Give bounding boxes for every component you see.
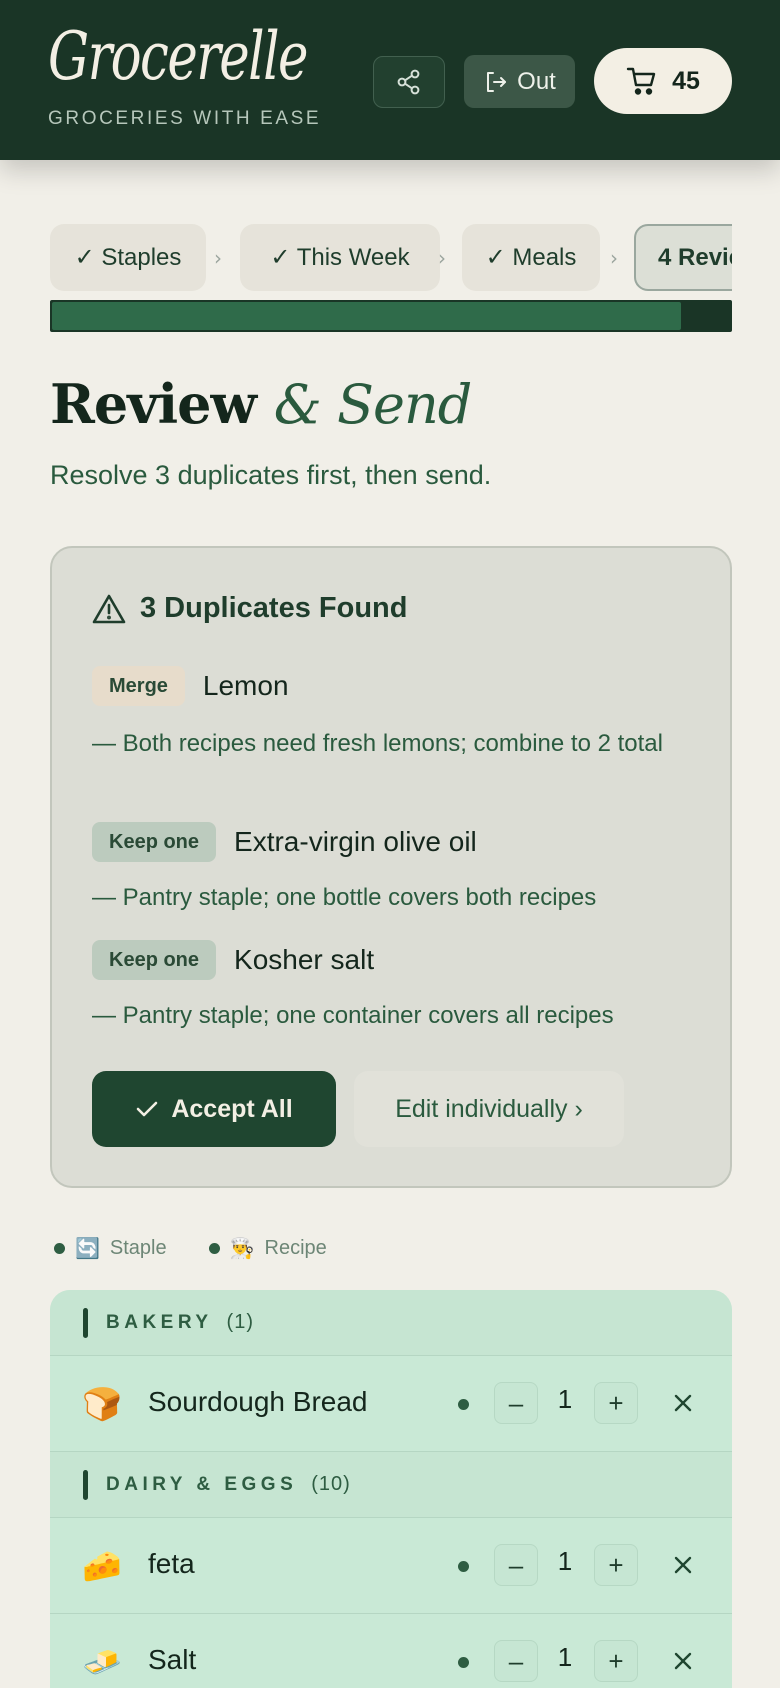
progress-bar [50, 300, 732, 332]
decrease-quantity-button[interactable]: – [494, 1544, 538, 1586]
cart-count: 45 [672, 66, 700, 95]
duplicate-note: — Pantry staple; one bottle covers both … [92, 884, 597, 911]
item-quantity: 1 [557, 1546, 573, 1576]
bread-icon: 🍞 [82, 1385, 122, 1423]
sign-out-icon [487, 71, 507, 92]
source-dot [458, 1561, 469, 1572]
progress-bar-fill [52, 302, 682, 330]
duplicate-item: Keep one Kosher salt [92, 940, 374, 980]
accept-all-label: Accept All [171, 1094, 293, 1123]
sign-out-label: Out [517, 67, 556, 95]
list-item: 🧀 feta – 1 + [50, 1518, 732, 1614]
duplicate-name: Lemon [202, 670, 289, 701]
keep-one-badge: Keep one [92, 822, 217, 862]
decrease-quantity-button[interactable]: – [494, 1640, 538, 1682]
category-name: DAIRY & EGGS [106, 1473, 298, 1495]
legend-dot [54, 1243, 65, 1254]
step-staples[interactable]: ✓ Staples [50, 224, 206, 291]
category-count: (1) [226, 1311, 254, 1333]
step-tracker: ✓ Staples › ✓ This Week › ✓ Meals › 4 Re… [50, 224, 732, 292]
duplicate-name: Kosher salt [234, 944, 375, 975]
source-dot [458, 1399, 469, 1410]
list-item: 🧈 Salt – 1 + [50, 1614, 732, 1688]
cheese-icon: 🧀 [82, 1547, 122, 1585]
step-this-week[interactable]: ✓ This Week [240, 224, 440, 291]
source-dot [458, 1657, 469, 1668]
legend: 🔄 Staple 👨‍🍳 Recipe [54, 1236, 327, 1261]
chevron-right-icon: › [438, 246, 446, 270]
staple-icon: 🔄 [75, 1238, 100, 1260]
cart-button[interactable]: 45 [594, 48, 732, 114]
merge-badge: Merge [92, 666, 185, 706]
brand[interactable]: Grocerelle GROCERIES WITH EASE [48, 14, 380, 129]
step-meals[interactable]: ✓ Meals [462, 224, 600, 291]
chevron-right-icon: › [214, 246, 222, 270]
item-quantity: 1 [557, 1384, 573, 1414]
app-tagline: GROCERIES WITH EASE [48, 108, 322, 129]
duplicate-note: — Pantry staple; one container covers al… [92, 1002, 614, 1029]
duplicate-name: Extra-virgin olive oil [234, 826, 477, 857]
category-header-dairy-eggs[interactable]: DAIRY & EGGS (10) [50, 1452, 732, 1518]
increase-quantity-button[interactable]: + [594, 1382, 638, 1424]
legend-recipe-label: Recipe [264, 1237, 327, 1259]
duplicates-heading: 3 Duplicates Found [92, 592, 407, 625]
share-button[interactable] [373, 56, 445, 108]
item-quantity: 1 [557, 1642, 573, 1672]
close-icon [674, 1652, 692, 1670]
remove-item-button[interactable] [666, 1642, 700, 1680]
step-review[interactable]: 4 Review [634, 224, 732, 291]
edit-individually-button[interactable]: Edit individually › [354, 1071, 624, 1147]
recipe-icon: 👨‍🍳 [229, 1238, 255, 1260]
duplicates-card: 3 Duplicates Found Merge Lemon — Both re… [50, 546, 732, 1188]
duplicates-heading-text: 3 Duplicates Found [140, 592, 408, 624]
page-title-main: Review [50, 372, 257, 436]
duplicate-note: — Both recipes need fresh lemons; combin… [92, 730, 663, 757]
item-name: feta [148, 1548, 195, 1579]
cart-icon [626, 67, 656, 95]
category-header-bakery[interactable]: BAKERY (1) [50, 1290, 732, 1356]
remove-item-button[interactable] [666, 1546, 700, 1584]
item-name: Sourdough Bread [148, 1386, 368, 1417]
accept-all-button[interactable]: Accept All [92, 1071, 336, 1147]
app-logo: Grocerelle [48, 18, 308, 95]
butter-icon: 🧈 [82, 1643, 122, 1681]
keep-one-badge: Keep one [92, 940, 217, 980]
decrease-quantity-button[interactable]: – [494, 1382, 538, 1424]
chevron-right-icon: › [610, 246, 618, 270]
duplicate-item: Keep one Extra-virgin olive oil [92, 822, 477, 862]
sign-out-button[interactable]: Out [464, 55, 575, 108]
category-name: BAKERY [106, 1311, 213, 1333]
page-title: Review & Send [50, 372, 473, 436]
legend-dot [208, 1243, 220, 1254]
category-count: (10) [311, 1473, 351, 1495]
app-header: Grocerelle GROCERIES WITH EASE Out 45 [0, 0, 780, 160]
grocery-list: BAKERY (1) 🍞 Sourdough Bread – 1 + DAIRY… [50, 1290, 732, 1688]
increase-quantity-button[interactable]: + [594, 1640, 638, 1682]
warning-icon [92, 594, 126, 623]
close-icon [674, 1556, 692, 1574]
list-item: 🍞 Sourdough Bread – 1 + [50, 1356, 732, 1452]
remove-item-button[interactable] [666, 1384, 700, 1422]
close-icon [674, 1394, 692, 1412]
check-icon [137, 1101, 158, 1117]
legend-staple-label: Staple [109, 1237, 167, 1259]
page-subtitle: Resolve 3 duplicates first, then send. [50, 460, 492, 490]
item-name: Salt [148, 1644, 197, 1675]
share-icon [397, 69, 420, 95]
page-title-accent: & Send [273, 373, 473, 436]
increase-quantity-button[interactable]: + [594, 1544, 638, 1586]
duplicate-item: Merge Lemon [92, 666, 289, 706]
